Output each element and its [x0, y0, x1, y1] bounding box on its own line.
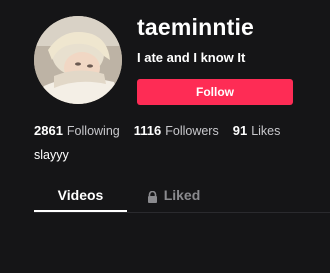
tab-liked-label: Liked [163, 187, 201, 203]
nickname: I ate and I know It [137, 50, 246, 65]
likes-stat: 91 Likes [233, 123, 281, 138]
bio: slayyy [34, 148, 69, 162]
avatar[interactable] [34, 16, 122, 104]
profile-page: taeminntie I ate and I know It Follow 28… [0, 0, 330, 273]
followers-stat[interactable]: 1116 Followers [134, 123, 219, 138]
profile-tabs: Videos Liked [34, 180, 330, 213]
following-label: Following [66, 124, 120, 138]
tab-videos-label: Videos [57, 187, 104, 203]
avatar-photo [34, 16, 122, 104]
followers-label: Followers [165, 124, 219, 138]
username: taeminntie [137, 14, 255, 40]
following-count: 2861 [34, 123, 63, 138]
lock-icon [147, 190, 158, 203]
likes-label: Likes [251, 124, 281, 138]
followers-count: 1116 [133, 123, 162, 138]
tab-videos[interactable]: Videos [34, 180, 127, 212]
following-stat[interactable]: 2861 Following [34, 123, 120, 138]
likes-count: 91 [232, 123, 248, 138]
tab-liked[interactable]: Liked [127, 180, 220, 212]
profile-stats: 2861 Following 1116 Followers 91 Likes [34, 123, 294, 138]
follow-button[interactable]: Follow [137, 79, 293, 105]
